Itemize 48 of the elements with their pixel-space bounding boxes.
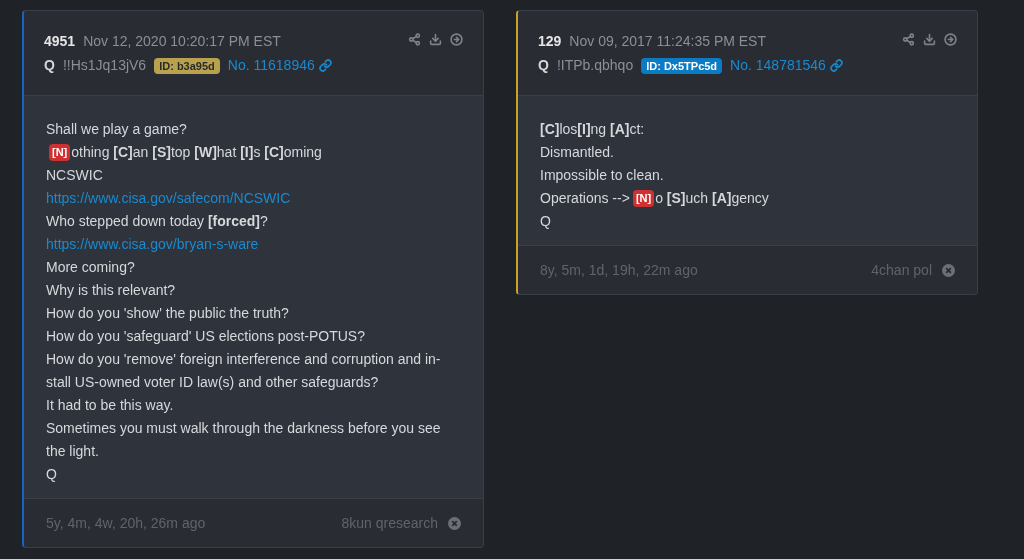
post-number-link[interactable]: No. 11618946 xyxy=(227,55,315,76)
tag-badge: [N] xyxy=(632,190,655,207)
post-number: 4951 xyxy=(44,32,76,51)
close-icon[interactable] xyxy=(448,516,461,530)
link[interactable]: https://www.cisa.gov/safecom/NCSWIC xyxy=(46,190,291,206)
close-icon[interactable] xyxy=(942,263,955,277)
post-text: NCSWIC xyxy=(46,167,103,183)
post-age: 5y, 4m, 4w, 20h, 26m ago xyxy=(46,513,206,533)
post-text: How do you 'remove' foreign interference and corruption and in-stall US-owned voter ID law(s) and other safeguards? xyxy=(46,351,441,390)
post-text: Sometimes you must walk through the darkness before you see the light. xyxy=(46,420,441,459)
post-text: Shall we play a game? xyxy=(46,121,187,137)
share-icon[interactable] xyxy=(902,33,915,46)
post-date: Nov 12, 2020 10:20:17 PM EST xyxy=(83,32,281,51)
author-name: Q xyxy=(538,56,549,75)
post-text: o [S]uch [A]gency xyxy=(655,190,769,206)
link[interactable]: https://www.cisa.gov/bryan-s-ware xyxy=(46,236,259,252)
download-icon[interactable] xyxy=(923,33,936,46)
download-icon[interactable] xyxy=(429,33,442,46)
post-text: Impossible to clean. xyxy=(540,167,664,183)
post-text: Operations --> xyxy=(540,190,630,206)
post-number-link[interactable]: No. 148781546 xyxy=(730,55,826,76)
post-text: [C]los[I]ng [A]ct: xyxy=(540,121,645,137)
share-icon[interactable] xyxy=(408,33,421,46)
source-board: 8kun qresearch xyxy=(341,513,438,533)
post-text: Dismantled. xyxy=(540,144,614,160)
post-age: 8y, 5m, 1d, 19h, 22m ago xyxy=(540,260,698,280)
post-text: It had to be this way. xyxy=(46,397,174,413)
id-badge: ID: b3a95d xyxy=(154,57,220,74)
tripcode: !ITPb.qbhqo xyxy=(556,56,634,75)
tag-badge: [N] xyxy=(49,144,71,161)
id-badge: ID: Dx5TPc5d xyxy=(641,57,723,74)
post-date: Nov 09, 2017 11:24:35 PM EST xyxy=(569,32,766,51)
author-name: Q xyxy=(44,56,55,75)
post-text: Why is this relevant? xyxy=(46,282,176,298)
arrow-right-icon[interactable] xyxy=(450,33,463,46)
link-icon[interactable] xyxy=(829,59,843,72)
tripcode: !!Hs1Jq13jV6 xyxy=(62,56,147,75)
post-text: Q xyxy=(540,213,551,229)
post-text: Who stepped down today [forced]? xyxy=(46,213,268,229)
post-text: How do you 'safeguard' US elections post-POTUS? xyxy=(46,328,365,344)
post-text: More coming? xyxy=(46,259,135,275)
post-text: How do you 'show' the public the truth? xyxy=(46,305,289,321)
post-text: Q xyxy=(46,466,57,482)
post-text: othing [C]an [S]top [W]hat [I]s [C]oming xyxy=(71,144,322,160)
source-board: 4chan pol xyxy=(871,260,932,280)
arrow-right-icon[interactable] xyxy=(944,33,957,46)
link-icon[interactable] xyxy=(318,59,332,72)
post-number: 129 xyxy=(538,32,562,51)
